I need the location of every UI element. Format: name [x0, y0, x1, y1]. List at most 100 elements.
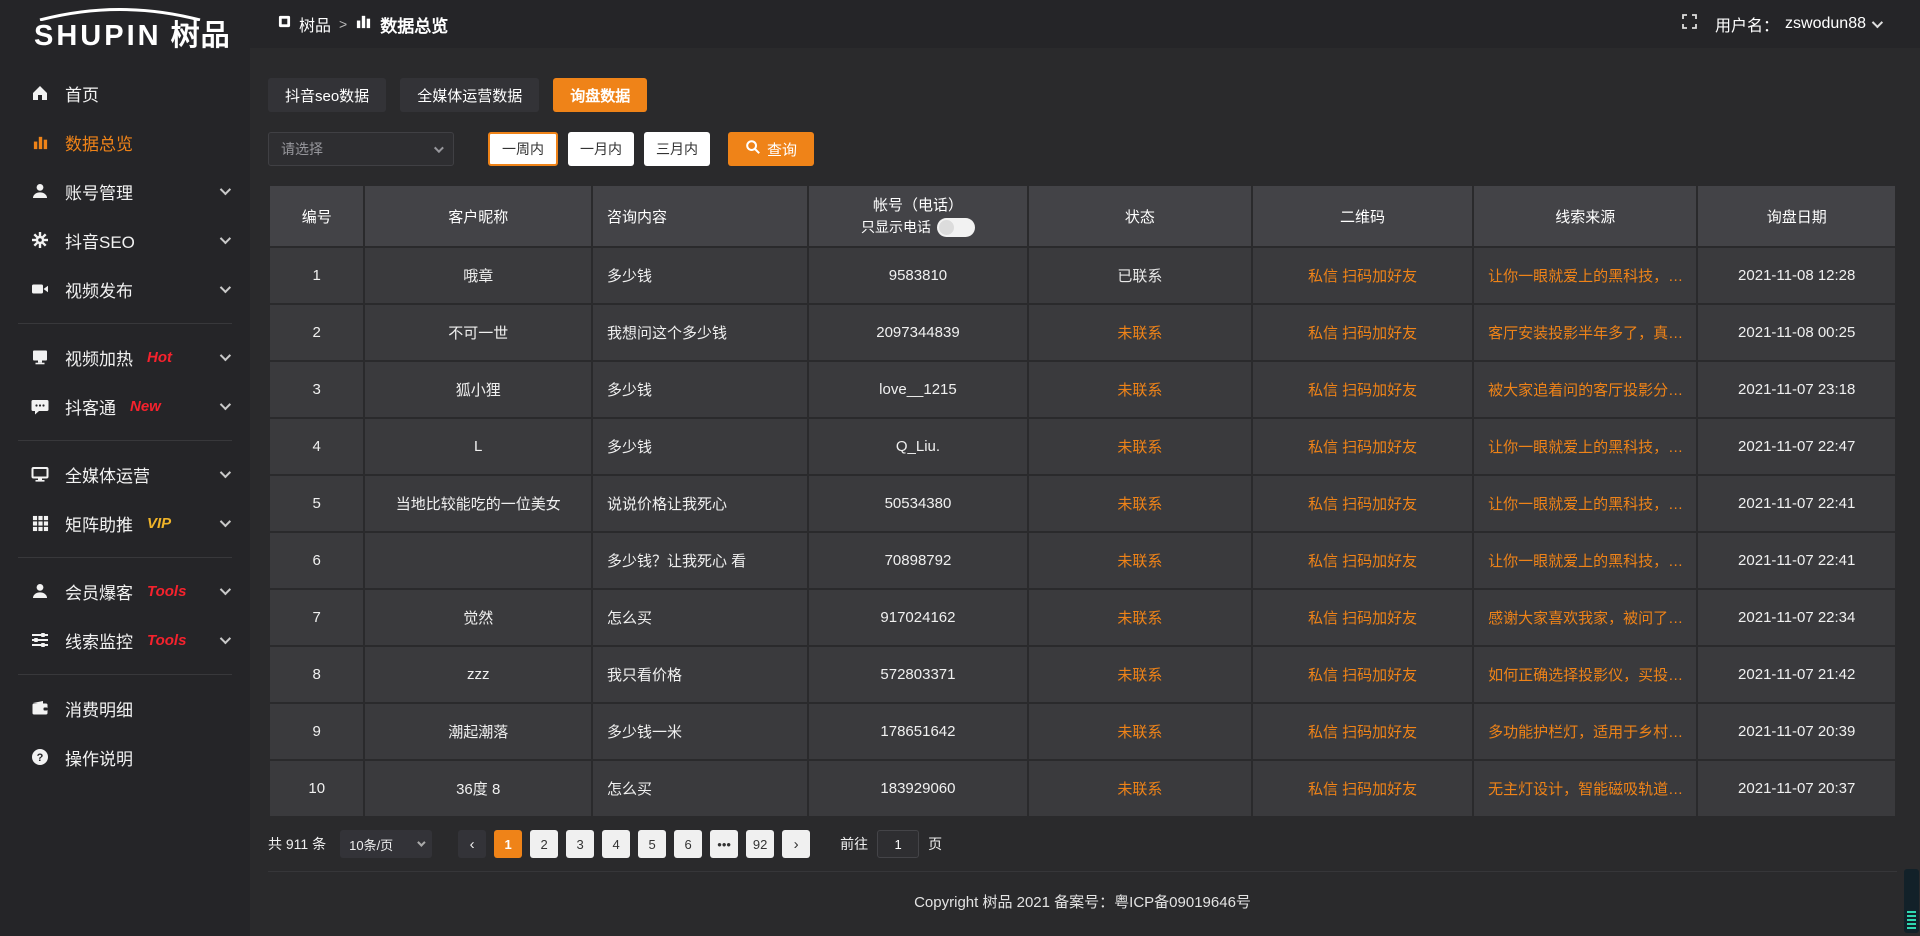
cell-date: 2021-11-07 22:41 — [1698, 533, 1895, 588]
page-button[interactable]: 92 — [746, 830, 774, 858]
source-link[interactable]: 多功能护栏灯，适用于乡村文... — [1488, 721, 1686, 742]
range-button[interactable]: 三月内 — [644, 132, 710, 166]
page-button[interactable]: 4 — [602, 830, 630, 858]
tab[interactable]: 询盘数据 — [553, 78, 647, 112]
cell-source: 被大家追着问的客厅投影分享... — [1474, 362, 1696, 417]
page-button[interactable]: 3 — [566, 830, 594, 858]
filter-select[interactable]: 请选择 — [268, 132, 454, 166]
cell-content: 多少钱 — [593, 248, 807, 303]
source-link[interactable]: 客厅安装投影半年多了，真实... — [1488, 322, 1686, 343]
source-link[interactable]: 被大家追着问的客厅投影分享... — [1488, 379, 1686, 400]
source-link[interactable]: 让你一眼就爱上的黑科技，能... — [1488, 550, 1686, 571]
tab[interactable]: 全媒体运营数据 — [400, 78, 539, 112]
source-link[interactable]: 让你一眼就爱上的黑科技，能... — [1488, 265, 1686, 286]
dm-link[interactable]: 私信 — [1308, 667, 1338, 684]
page-button[interactable]: 6 — [674, 830, 702, 858]
user2-icon — [30, 582, 50, 600]
prev-page-button[interactable]: ‹ — [458, 830, 486, 858]
sidebar-item[interactable]: 视频加热 Hot — [0, 333, 250, 382]
menu-divider — [18, 557, 232, 558]
scan-add-friend-link[interactable]: 扫码加好友 — [1342, 610, 1417, 627]
overlay-widget[interactable] — [1904, 869, 1919, 933]
cell-source: 无主灯设计，智能磁吸轨道灯... — [1474, 761, 1696, 816]
dm-link[interactable]: 私信 — [1308, 325, 1338, 342]
page-size-select[interactable]: 10条/页 — [340, 830, 432, 858]
chevron-down-icon — [417, 838, 425, 846]
source-link[interactable]: 让你一眼就爱上的黑科技，能... — [1488, 436, 1686, 457]
sidebar-item[interactable]: 首页 — [0, 69, 250, 118]
scan-add-friend-link[interactable]: 扫码加好友 — [1342, 553, 1417, 570]
breadcrumb: 树品 > 数据总览 — [278, 12, 448, 37]
cell-qrcode: 私信 扫码加好友 — [1253, 761, 1472, 816]
scan-add-friend-link[interactable]: 扫码加好友 — [1342, 724, 1417, 741]
tab[interactable]: 抖音seo数据 — [268, 78, 386, 112]
cell-content: 说说价格让我死心 — [593, 476, 807, 531]
cell-date: 2021-11-07 23:18 — [1698, 362, 1895, 417]
dm-link[interactable]: 私信 — [1308, 724, 1338, 741]
cell-source: 让你一眼就爱上的黑科技，能... — [1474, 476, 1696, 531]
page-size-value: 10条/页 — [349, 835, 393, 854]
page-button[interactable]: 2 — [530, 830, 558, 858]
header-right: 用户名：zswodun88 — [1682, 12, 1880, 36]
footer: Copyright 树品 2021 备案号：粤ICP备09019646号 — [268, 871, 1897, 936]
sidebar-menu: 首页 数据总览 账号管理 — [0, 69, 250, 782]
sidebar-item[interactable]: 数据总览 — [0, 118, 250, 167]
phone-only-toggle[interactable] — [937, 218, 975, 237]
cell-account: 178651642 — [809, 704, 1026, 759]
range-button[interactable]: 一月内 — [568, 132, 634, 166]
sliders-icon — [30, 631, 50, 649]
scan-add-friend-link[interactable]: 扫码加好友 — [1342, 667, 1417, 684]
scan-add-friend-link[interactable]: 扫码加好友 — [1342, 268, 1417, 285]
sidebar-item-label: 矩阵助推 — [65, 511, 133, 536]
scan-add-friend-link[interactable]: 扫码加好友 — [1342, 325, 1417, 342]
sidebar-item[interactable]: 会员爆客 Tools — [0, 567, 250, 616]
search-button[interactable]: 查询 — [728, 132, 814, 166]
sidebar-item-label: 抖客通 — [65, 394, 116, 419]
scan-add-friend-link[interactable]: 扫码加好友 — [1342, 439, 1417, 456]
sidebar-item[interactable]: 矩阵助推 VIP — [0, 499, 250, 548]
goto-page-input[interactable] — [877, 830, 919, 858]
next-page-button[interactable]: › — [782, 830, 810, 858]
source-link[interactable]: 感谢大家喜欢我家，被问了好... — [1488, 607, 1686, 628]
dm-link[interactable]: 私信 — [1308, 781, 1338, 798]
scan-add-friend-link[interactable]: 扫码加好友 — [1342, 781, 1417, 798]
page-button[interactable]: 1 — [494, 830, 522, 858]
cell-date: 2021-11-07 22:41 — [1698, 476, 1895, 531]
monitor-icon — [30, 465, 50, 483]
scan-add-friend-link[interactable]: 扫码加好友 — [1342, 496, 1417, 513]
sidebar-item[interactable]: ? 操作说明 — [0, 733, 250, 782]
range-button[interactable]: 一周内 — [488, 132, 558, 166]
cell-nickname: 不可一世 — [365, 305, 591, 360]
sidebar-item[interactable]: 抖音SEO — [0, 216, 250, 265]
source-link[interactable]: 让你一眼就爱上的黑科技，能... — [1488, 493, 1686, 514]
dm-link[interactable]: 私信 — [1308, 553, 1338, 570]
breadcrumb-root[interactable]: 树品 — [299, 12, 331, 36]
sidebar-item-badge: Hot — [147, 349, 172, 366]
sidebar-item[interactable]: 全媒体运营 — [0, 450, 250, 499]
sidebar-item[interactable]: 账号管理 — [0, 167, 250, 216]
cell-qrcode: 私信 扫码加好友 — [1253, 533, 1472, 588]
dm-link[interactable]: 私信 — [1308, 439, 1338, 456]
sidebar-item[interactable]: 视频发布 — [0, 265, 250, 314]
user-menu[interactable]: 用户名：zswodun88 — [1715, 12, 1880, 36]
page-button[interactable]: 5 — [638, 830, 666, 858]
dm-link[interactable]: 私信 — [1308, 496, 1338, 513]
scan-add-friend-link[interactable]: 扫码加好友 — [1342, 382, 1417, 399]
page-button[interactable]: ••• — [710, 830, 738, 858]
source-link[interactable]: 无主灯设计，智能磁吸轨道灯... — [1488, 778, 1686, 799]
sidebar-item[interactable]: 消费明细 — [0, 684, 250, 733]
sidebar-item[interactable]: 线索监控 Tools — [0, 616, 250, 665]
cell-account: love__1215 — [809, 362, 1026, 417]
cell-id: 7 — [270, 590, 363, 645]
dm-link[interactable]: 私信 — [1308, 610, 1338, 627]
dm-link[interactable]: 私信 — [1308, 268, 1338, 285]
dm-link[interactable]: 私信 — [1308, 382, 1338, 399]
fullscreen-icon[interactable] — [1682, 14, 1697, 34]
sidebar-item[interactable]: 抖客通 New — [0, 382, 250, 431]
cell-account: 572803371 — [809, 647, 1026, 702]
source-link[interactable]: 如何正确选择投影仪，买投影... — [1488, 664, 1686, 685]
pagination: 共 911 条 10条/页 ‹ 123456•••92 › 前往 页 — [268, 830, 1897, 858]
chevron-down-icon — [220, 350, 231, 361]
cell-account: 183929060 — [809, 761, 1026, 816]
cell-account: Q_Liu. — [809, 419, 1026, 474]
